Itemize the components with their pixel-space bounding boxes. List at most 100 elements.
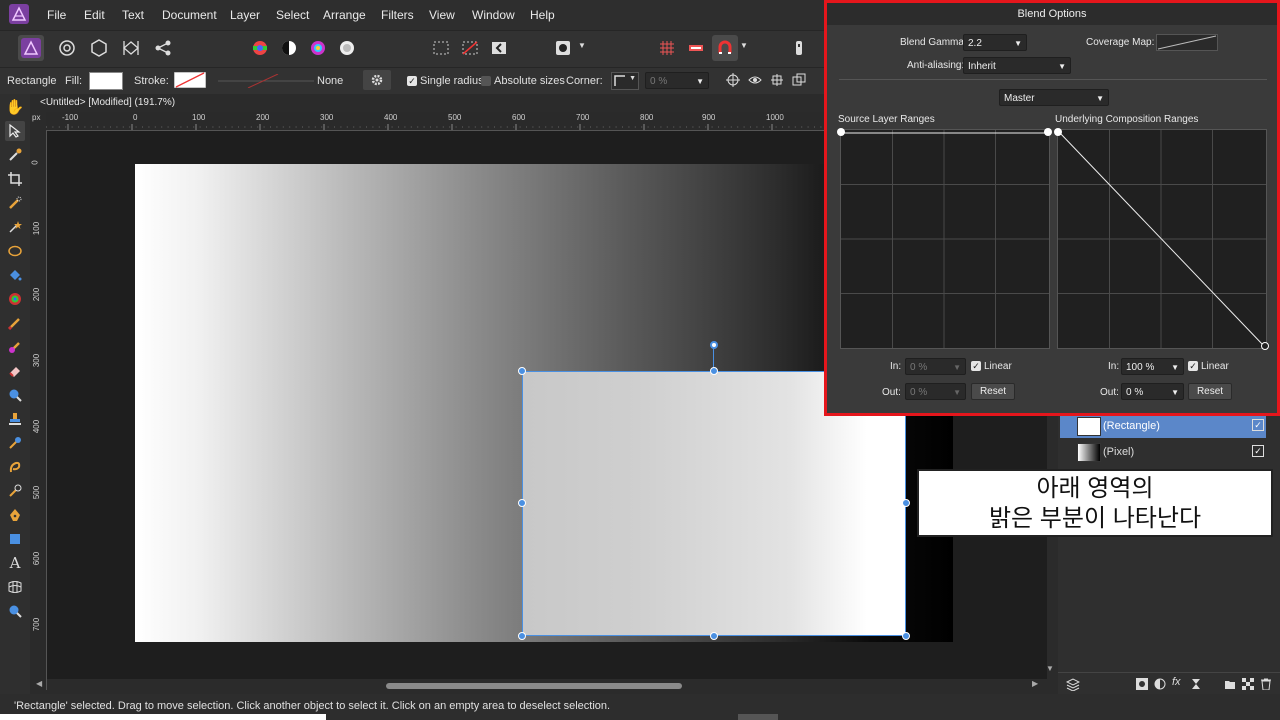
snapping-dropdown-chevron-icon[interactable]: ▼ <box>740 41 748 50</box>
fx-icon[interactable]: fx <box>1172 676 1181 688</box>
menu-window[interactable]: Window <box>472 8 515 22</box>
mask-layer-icon[interactable] <box>1136 678 1148 690</box>
red-eye-tool-icon[interactable] <box>5 481 25 501</box>
shape-settings-button[interactable] <box>363 70 391 90</box>
source-curve-node-right[interactable] <box>1044 128 1052 136</box>
single-radius-checkbox[interactable]: ✓ <box>407 76 417 86</box>
trash-icon[interactable] <box>1260 678 1272 690</box>
develop-persona-button[interactable] <box>86 35 112 61</box>
affinity-photo-logo-icon[interactable] <box>9 4 29 24</box>
menu-layer[interactable]: Layer <box>230 8 260 22</box>
transform-button[interactable] <box>766 68 788 92</box>
liquify-persona-button[interactable] <box>54 35 80 61</box>
underlying-composition-ranges-graph[interactable] <box>1057 129 1267 349</box>
corner-radius-field[interactable]: 0 % ▼ <box>645 72 709 89</box>
underlying-linear-checkbox[interactable]: ✓ <box>1188 361 1198 371</box>
underlying-in-field[interactable]: 100 % ▼ <box>1121 358 1184 375</box>
absolute-sizes-checkbox[interactable] <box>481 76 491 86</box>
marquee-tool-icon[interactable] <box>5 241 25 261</box>
horizontal-scrollbar[interactable]: ◀ ▶ <box>36 679 1040 691</box>
scroll-down-arrow-icon[interactable]: ▼ <box>1046 664 1054 673</box>
new-pixel-layer-icon[interactable] <box>1242 678 1254 690</box>
snapping-guides-button[interactable] <box>683 35 709 61</box>
anti-aliasing-dropdown[interactable]: Inherit ▼ <box>963 57 1071 74</box>
snapping-grid-button[interactable] <box>654 35 680 61</box>
resize-handle-left[interactable] <box>518 499 526 507</box>
dodge-tool-icon[interactable] <box>5 385 25 405</box>
gradient-tool-icon[interactable] <box>5 289 25 309</box>
source-layer-ranges-graph[interactable] <box>840 129 1050 349</box>
assistant-button[interactable] <box>786 35 812 61</box>
resize-handle-right[interactable] <box>902 499 910 507</box>
mesh-warp-tool-icon[interactable] <box>5 577 25 597</box>
layer-row-pixel[interactable]: (Pixel) ✓ <box>1060 440 1266 464</box>
menu-arrange[interactable]: Arrange <box>323 8 366 22</box>
zoom-tool-icon[interactable] <box>5 601 25 621</box>
menu-file[interactable]: File <box>47 8 66 22</box>
quick-mask-dropdown-chevron-icon[interactable]: ▼ <box>578 41 586 50</box>
auto-levels-button[interactable] <box>247 35 273 61</box>
invert-selection-button[interactable] <box>486 35 512 61</box>
move-tool-icon[interactable] <box>5 121 25 141</box>
scroll-left-arrow-icon[interactable]: ◀ <box>36 679 42 688</box>
color-replacement-tool-icon[interactable] <box>5 337 25 357</box>
tone-mapping-persona-button[interactable] <box>118 35 144 61</box>
view-button[interactable] <box>744 68 766 92</box>
underlying-reset-button[interactable]: Reset <box>1188 383 1232 400</box>
folder-icon[interactable] <box>1224 678 1236 690</box>
marquee-select-button[interactable] <box>428 35 454 61</box>
pen-tool-icon[interactable] <box>5 505 25 525</box>
layer-row-rectangle[interactable]: (Rectangle) ✓ <box>1060 414 1266 438</box>
stroke-swatch-none-icon[interactable] <box>174 72 206 88</box>
auto-white-balance-button[interactable] <box>334 35 360 61</box>
selection-brush-tool-icon[interactable] <box>5 193 25 213</box>
flood-select-tool-icon[interactable] <box>5 217 25 237</box>
resize-handle-top[interactable] <box>710 367 718 375</box>
arrange-button[interactable] <box>788 68 810 92</box>
auto-contrast-button[interactable] <box>276 35 302 61</box>
rectangle-tool-icon[interactable] <box>5 529 25 549</box>
adjustment-icon[interactable] <box>1154 678 1166 690</box>
paint-brush-tool-icon[interactable] <box>5 313 25 333</box>
coverage-map-curve[interactable] <box>1156 34 1218 51</box>
erase-tool-icon[interactable] <box>5 361 25 381</box>
resize-handle-top-left[interactable] <box>518 367 526 375</box>
corner-type-dropdown[interactable]: ▼ <box>611 72 639 90</box>
resize-handle-bottom[interactable] <box>710 632 718 640</box>
clone-tool-icon[interactable] <box>5 409 25 429</box>
blemish-tool-icon[interactable] <box>5 433 25 453</box>
document-tab[interactable]: <Untitled> [Modified] (191.7%) <box>30 94 830 112</box>
vertical-ruler[interactable]: 0 100 200 300 400 500 600 700 <box>30 130 47 690</box>
source-out-field[interactable]: 0 % ▼ <box>905 383 966 400</box>
fill-swatch[interactable] <box>89 72 123 90</box>
view-tool-hand-icon[interactable]: ✋ <box>5 97 25 117</box>
smudge-tool-icon[interactable] <box>5 457 25 477</box>
underlying-curve-node-top[interactable] <box>1054 128 1062 136</box>
channel-dropdown[interactable]: Master ▼ <box>999 89 1109 106</box>
source-reset-button[interactable]: Reset <box>971 383 1015 400</box>
layers-stack-icon[interactable] <box>1066 677 1080 691</box>
crop-tool-icon[interactable] <box>5 169 25 189</box>
menu-edit[interactable]: Edit <box>84 8 105 22</box>
stroke-width-slider[interactable] <box>218 74 314 88</box>
menu-text[interactable]: Text <box>122 8 144 22</box>
auto-colors-button[interactable] <box>305 35 331 61</box>
underlying-curve-node-bottom[interactable] <box>1261 342 1269 350</box>
source-linear-checkbox[interactable]: ✓ <box>971 361 981 371</box>
layer-visibility-checkbox[interactable]: ✓ <box>1252 445 1264 457</box>
deselect-button[interactable] <box>457 35 483 61</box>
resize-handle-bottom-left[interactable] <box>518 632 526 640</box>
underlying-out-field[interactable]: 0 % ▼ <box>1121 383 1184 400</box>
menu-document[interactable]: Document <box>162 8 217 22</box>
photo-persona-button[interactable] <box>18 35 44 61</box>
layer-visibility-checkbox[interactable]: ✓ <box>1252 419 1264 431</box>
hourglass-icon[interactable] <box>1190 678 1202 690</box>
export-persona-button[interactable] <box>150 35 176 61</box>
resize-handle-bottom-right[interactable] <box>902 632 910 640</box>
text-tool-icon[interactable]: A <box>5 553 25 573</box>
menu-help[interactable]: Help <box>530 8 555 22</box>
rotation-handle[interactable] <box>710 341 718 349</box>
flood-fill-tool-icon[interactable] <box>5 265 25 285</box>
menu-view[interactable]: View <box>429 8 455 22</box>
source-curve-node-left[interactable] <box>837 128 845 136</box>
